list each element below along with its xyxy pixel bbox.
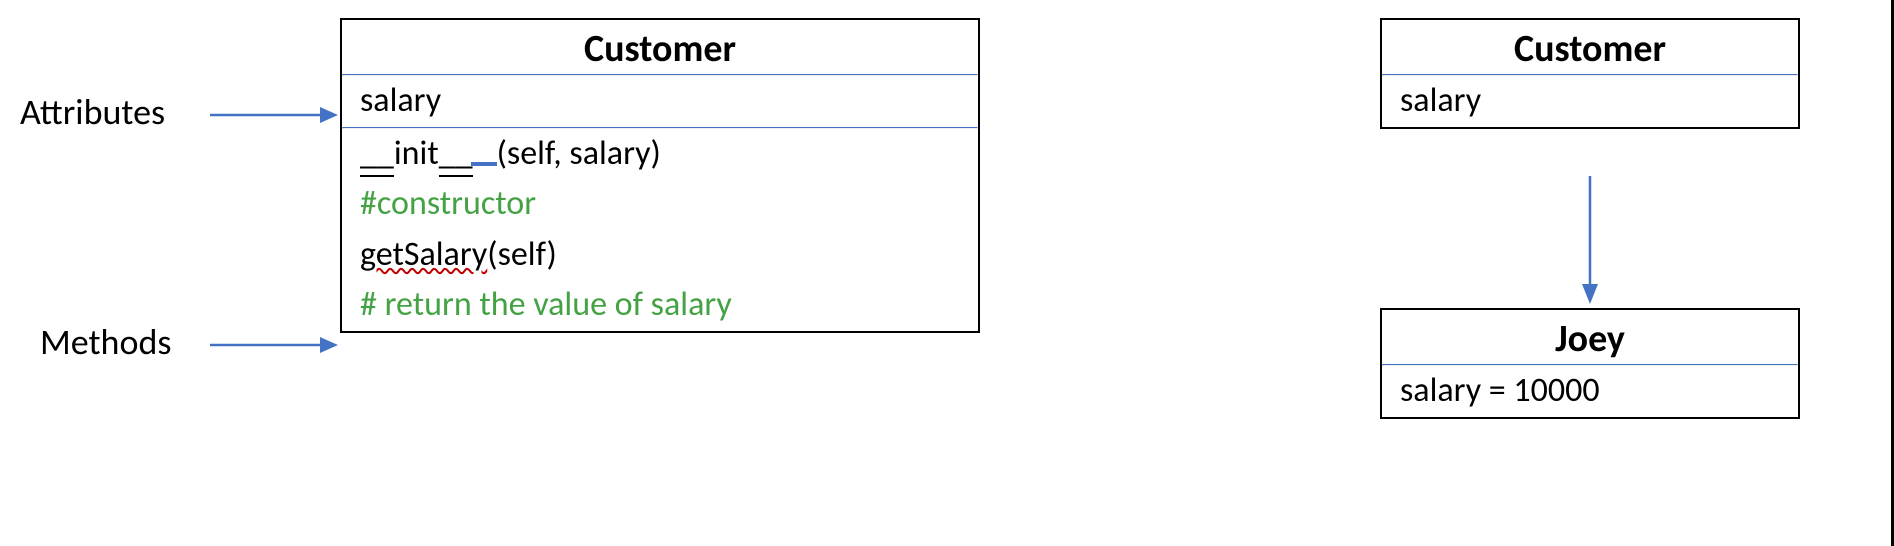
instance-class-title: Customer: [1382, 20, 1798, 74]
instance-class-attr: salary: [1382, 76, 1798, 127]
class-title: Customer: [342, 20, 978, 74]
getsalary-comment: # return the value of salary: [342, 280, 978, 331]
attribute-salary: salary: [342, 76, 978, 127]
instance-object-box: Joey salary = 10000: [1380, 308, 1800, 419]
methods-label: Methods: [40, 320, 171, 364]
init-blue-underline: [471, 162, 497, 166]
diagram-canvas: Attributes Methods Customer salary __ini…: [0, 0, 1894, 546]
instance-class-box: Customer salary: [1380, 18, 1800, 129]
instance-object-title: Joey: [1382, 310, 1798, 364]
method-getsalary: getSalary(self): [342, 230, 978, 281]
arrow-instance: [1574, 176, 1606, 306]
method-init: __init__ (self, salary): [342, 129, 978, 180]
arrow-attributes: [210, 100, 340, 130]
init-name: init: [394, 133, 439, 174]
arrow-methods: [210, 330, 340, 360]
getsalary-name: getSalary: [360, 234, 487, 275]
attributes-label: Attributes: [20, 90, 165, 134]
constructor-comment: #constructor: [342, 179, 978, 230]
init-params: (self, salary): [497, 133, 661, 174]
getsalary-params: (self): [487, 234, 557, 275]
class-box-customer: Customer salary __init__ (self, salary) #…: [340, 18, 980, 333]
init-underscore-suffix: __: [439, 133, 473, 177]
init-underscore-prefix: __: [360, 133, 394, 177]
instance-object-value: salary = 10000: [1382, 366, 1798, 417]
